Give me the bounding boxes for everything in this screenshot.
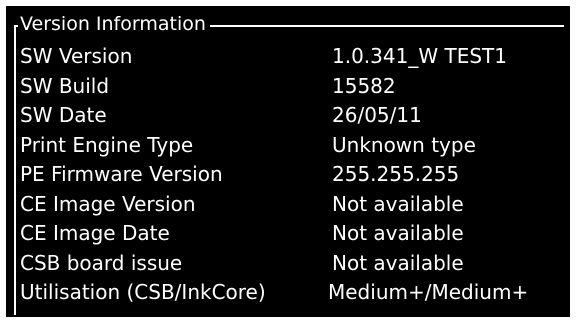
info-row-sw-build: SW Build 15582 xyxy=(20,72,566,102)
info-value: Not available xyxy=(332,191,464,216)
info-row-csb-board-issue: CSB board issue Not available xyxy=(20,249,566,279)
info-label: CSB board issue xyxy=(20,250,183,275)
info-label: CE Image Date xyxy=(20,221,170,245)
group-frame-left xyxy=(14,25,16,315)
info-value: 26/05/11 xyxy=(332,103,422,127)
info-row-pe-firmware-version: PE Firmware Version 255.255.255 xyxy=(20,160,566,190)
info-value: Unknown type xyxy=(332,132,476,157)
info-label: SW Build xyxy=(20,73,110,98)
info-value: 255.255.255 xyxy=(332,162,460,186)
info-label: SW Date xyxy=(20,103,107,127)
info-row-sw-date: SW Date 26/05/11 xyxy=(20,101,566,131)
info-label: CE Image Version xyxy=(20,191,196,216)
info-row-ce-image-date: CE Image Date Not available xyxy=(20,219,566,249)
info-value: Not available xyxy=(332,250,464,275)
version-info-list: SW Version 1.0.341_W TEST1 SW Build 1558… xyxy=(20,42,566,308)
info-value: Not available xyxy=(332,221,464,245)
info-label: Print Engine Type xyxy=(20,132,194,157)
info-label: SW Version xyxy=(20,44,133,68)
info-row-utilisation: Utilisation (CSB/InkCore) Medium+/Medium… xyxy=(20,278,566,308)
info-value: 15582 xyxy=(332,73,396,98)
panel-title: Version Information xyxy=(18,11,210,37)
info-label: Utilisation (CSB/InkCore) xyxy=(20,280,266,304)
info-row-ce-image-version: CE Image Version Not available xyxy=(20,190,566,220)
info-row-sw-version: SW Version 1.0.341_W TEST1 xyxy=(20,42,566,72)
info-label: PE Firmware Version xyxy=(20,162,223,186)
version-information-screen: Version Information SW Version 1.0.341_W… xyxy=(6,6,570,317)
info-value: Medium+/Medium+ xyxy=(328,280,529,304)
info-row-print-engine-type: Print Engine Type Unknown type xyxy=(20,131,566,161)
info-value: 1.0.341_W TEST1 xyxy=(332,44,507,68)
